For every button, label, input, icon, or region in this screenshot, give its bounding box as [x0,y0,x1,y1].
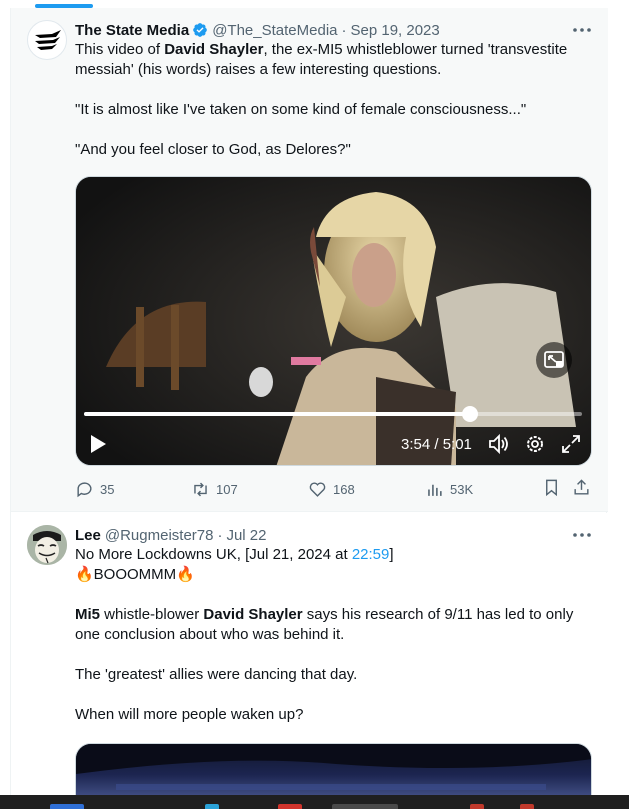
taskbar-app[interactable] [50,804,84,809]
author-handle[interactable]: @Rugmeister78 [105,527,214,544]
os-taskbar [0,795,629,809]
author-name[interactable]: Lee [75,527,101,544]
author-handle[interactable]: @The_StateMedia [212,22,337,39]
mention-text: David Shayler [203,606,303,623]
tweet-header: The State Media @The_StateMedia · Sep 19… [75,20,592,40]
text-run: whistle-blower [100,606,204,623]
settings-icon[interactable] [524,433,546,455]
mention-text: Mi5 [75,606,101,623]
tweet[interactable]: The State Media @The_StateMedia · Sep 19… [11,8,608,512]
text-run: No More Lockdowns UK, [Jul 21, 2024 at [75,546,352,563]
reply-button[interactable]: 35 [75,478,114,500]
reply-icon [77,481,92,497]
tweet-date[interactable]: Sep 19, 2023 [351,22,440,39]
pip-button[interactable] [536,342,572,378]
picture-in-picture-icon [544,351,564,368]
retweet-count: 107 [216,481,238,497]
bookmark-icon[interactable] [542,478,561,497]
view-count: 53K [450,481,474,497]
tweet-header: Lee @Rugmeister78 · Jul 22 [75,525,592,545]
share-icon[interactable] [572,478,591,497]
taskbar-app[interactable] [470,804,484,809]
verified-badge-icon [193,23,208,37]
tweet-content: The State Media @The_StateMedia · Sep 19… [75,20,592,160]
views-button[interactable]: 53K [425,478,473,500]
more-horizontal-icon[interactable] [572,531,592,539]
author-name[interactable]: The State Media [75,22,189,39]
tweet-paragraph: When will more people waken up? [75,706,304,723]
timeline-feed: The State Media @The_StateMedia · Sep 19… [10,8,608,809]
progress-fill [84,412,471,416]
text-run: This video of [75,41,165,58]
video-player[interactable]: 3:54 / 5:01 [75,176,592,466]
tweet-text: This video of David Shayler, the ex-MI5 … [75,40,592,80]
taskbar-app[interactable] [520,804,534,809]
tweet-text: No More Lockdowns UK, [Jul 21, 2024 at 2… [75,545,592,565]
tweet-date[interactable]: Jul 22 [226,527,266,544]
tweet-text-line: 🔥BOOOMMM🔥 [75,566,195,583]
taskbar-app-active[interactable] [332,804,398,809]
tweet[interactable]: Lee @Rugmeister78 · Jul 22 No More Lockd… [11,513,608,809]
views-icon [428,484,442,496]
video-progress-bar[interactable] [84,406,582,422]
guy-fawkes-mask-icon [27,525,67,565]
taskbar-app[interactable] [278,804,302,809]
taskbar-app[interactable] [205,804,219,809]
fullscreen-icon[interactable] [560,433,582,455]
state-media-logo-icon [35,30,61,50]
timestamp-link[interactable]: 22:59 [352,546,390,563]
reply-count: 35 [100,481,115,497]
tweet-quote-line: "And you feel closer to God, as Delores?… [75,141,351,158]
like-button[interactable]: 168 [308,478,355,500]
separator: · [341,21,347,39]
avatar[interactable] [27,525,67,565]
tweet-paragraph: The 'greatest' allies were dancing that … [75,666,358,683]
tweet-paragraph: Mi5 whistle-blower David Shayler says hi… [75,605,592,645]
volume-icon[interactable] [488,433,510,455]
tweet-quote-line: "It is almost like I've taken on some ki… [75,101,527,118]
mention-text: David Shayler [164,41,264,58]
tweet-content: Lee @Rugmeister78 · Jul 22 No More Lockd… [75,525,592,725]
video-frame [76,177,591,465]
text-run: ] [389,546,394,563]
heart-icon [309,481,326,497]
avatar[interactable] [27,20,67,60]
like-count: 168 [333,481,355,497]
tweet-actions: 35 107 168 53K [75,478,592,500]
video-time-readout: 3:54 / 5:01 [401,436,472,453]
play-icon[interactable] [88,433,108,455]
more-horizontal-icon[interactable] [572,26,592,34]
retweet-button[interactable]: 107 [191,478,238,500]
separator: · [217,526,223,544]
retweet-icon [194,482,207,496]
